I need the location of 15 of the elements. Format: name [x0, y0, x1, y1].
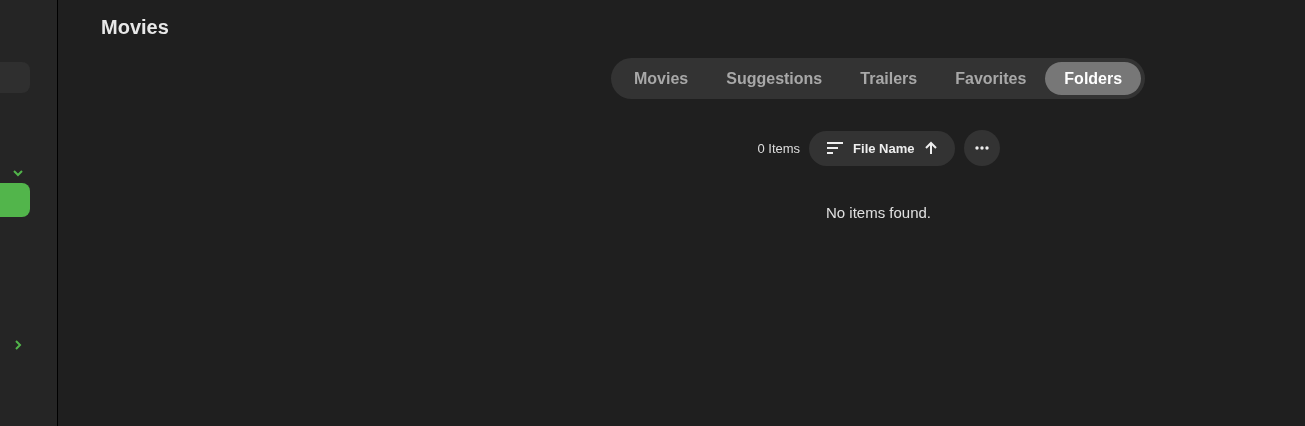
item-count: 0 Items	[757, 140, 801, 156]
more-button[interactable]	[963, 130, 1000, 166]
tab[interactable]: Folders	[1045, 62, 1142, 95]
more-dots-icon	[974, 146, 989, 150]
empty-message: No items found.	[825, 204, 932, 221]
tab[interactable]: Favorites	[936, 62, 1046, 95]
chevron-down-icon[interactable]	[12, 167, 24, 179]
sort-button[interactable]: File Name	[809, 130, 955, 166]
chevron-right-icon[interactable]	[12, 339, 24, 351]
tab[interactable]: Movies	[615, 62, 708, 95]
tab[interactable]: Suggestions	[707, 62, 842, 95]
tab[interactable]: Trailers	[841, 62, 937, 95]
page-title: Movies	[101, 16, 169, 39]
sidebar-item[interactable]	[0, 183, 30, 217]
sort-lines-icon	[826, 142, 845, 154]
